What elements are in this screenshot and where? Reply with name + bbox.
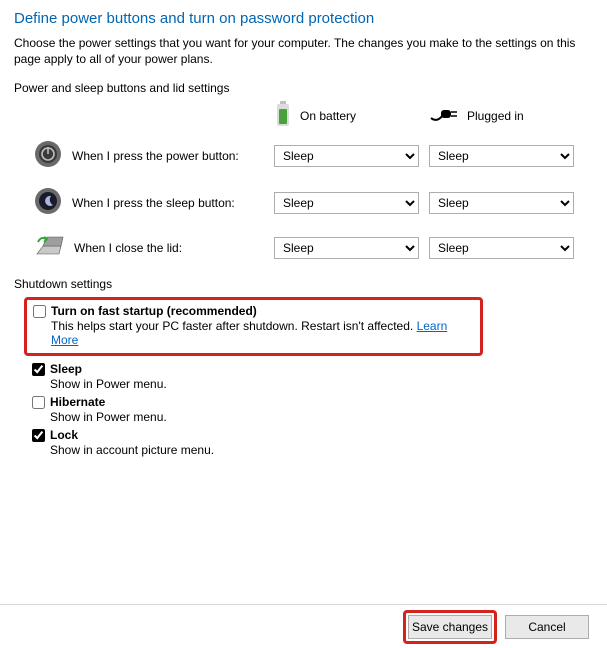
save-changes-button[interactable]: Save changes bbox=[408, 615, 492, 639]
power-sleep-section-label: Power and sleep buttons and lid settings bbox=[14, 81, 593, 95]
sleep-desc: Show in Power menu. bbox=[32, 377, 593, 391]
sleep-button-plugged-select[interactable]: Sleep bbox=[429, 192, 574, 214]
close-lid-battery-select[interactable]: Sleep bbox=[274, 237, 419, 259]
fast-startup-checkbox[interactable] bbox=[33, 305, 46, 318]
column-plugged-in-label: Plugged in bbox=[467, 109, 524, 123]
lock-checkbox[interactable] bbox=[32, 429, 45, 442]
sleep-button-icon bbox=[34, 187, 62, 218]
hibernate-checkbox[interactable] bbox=[32, 396, 45, 409]
fast-startup-highlight: Turn on fast startup (recommended) This … bbox=[24, 297, 483, 356]
battery-icon bbox=[274, 101, 292, 130]
cancel-button[interactable]: Cancel bbox=[505, 615, 589, 639]
hibernate-desc: Show in Power menu. bbox=[32, 410, 593, 424]
sleep-button-row: When I press the sleep button: Sleep Sle… bbox=[14, 187, 593, 218]
footer-bar: Save changes Cancel bbox=[0, 604, 607, 648]
power-button-row: When I press the power button: Sleep Sle… bbox=[14, 140, 593, 171]
page-title: Define power buttons and turn on passwor… bbox=[14, 10, 593, 27]
sleep-title: Sleep bbox=[50, 362, 82, 376]
fast-startup-desc: This helps start your PC faster after sh… bbox=[33, 319, 474, 347]
sleep-button-battery-select[interactable]: Sleep bbox=[274, 192, 419, 214]
power-button-battery-select[interactable]: Sleep bbox=[274, 145, 419, 167]
column-on-battery: On battery bbox=[274, 101, 429, 130]
shutdown-section-label: Shutdown settings bbox=[14, 277, 593, 291]
fast-startup-title: Turn on fast startup (recommended) bbox=[51, 304, 257, 318]
sleep-button-label: When I press the sleep button: bbox=[72, 196, 235, 210]
plug-icon bbox=[429, 105, 459, 126]
power-button-plugged-select[interactable]: Sleep bbox=[429, 145, 574, 167]
close-lid-label: When I close the lid: bbox=[74, 241, 182, 255]
close-lid-row: When I close the lid: Sleep Sleep bbox=[14, 234, 593, 261]
columns-header: On battery Plugged in bbox=[274, 101, 593, 130]
close-lid-plugged-select[interactable]: Sleep bbox=[429, 237, 574, 259]
power-button-icon bbox=[34, 140, 62, 171]
page-description: Choose the power settings that you want … bbox=[14, 35, 593, 67]
sleep-checkbox[interactable] bbox=[32, 363, 45, 376]
lock-desc: Show in account picture menu. bbox=[32, 443, 593, 457]
save-button-highlight: Save changes bbox=[403, 610, 497, 644]
column-on-battery-label: On battery bbox=[300, 109, 356, 123]
hibernate-title: Hibernate bbox=[50, 395, 105, 409]
column-plugged-in: Plugged in bbox=[429, 105, 584, 126]
power-button-label: When I press the power button: bbox=[72, 149, 239, 163]
lock-title: Lock bbox=[50, 428, 78, 442]
lid-icon bbox=[34, 234, 64, 261]
